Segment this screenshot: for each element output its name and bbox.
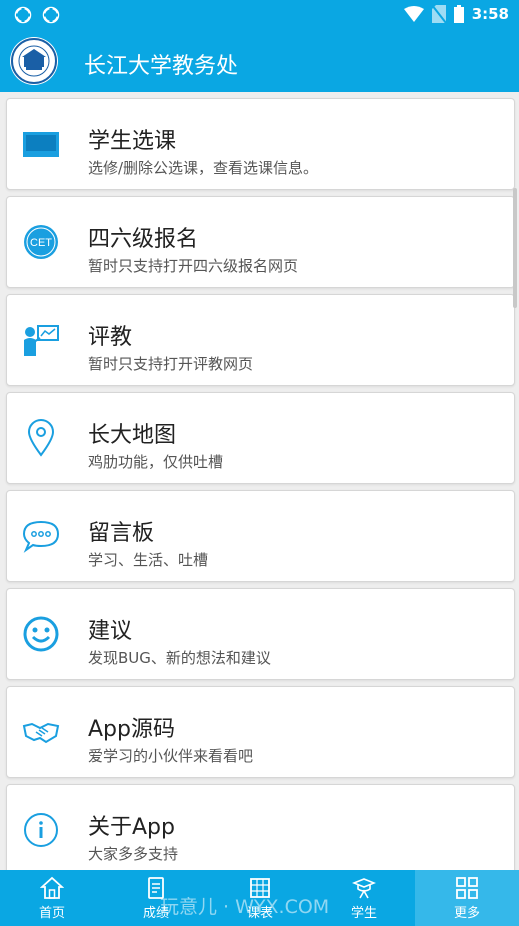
bottom-nav: 首页 成绩 课表 学生 更多: [0, 870, 519, 926]
teacher-icon: [21, 320, 61, 360]
app-title: 长江大学教务处: [84, 54, 239, 79]
cet-icon: CET: [21, 222, 61, 262]
menu-item-desc: 暂时只支持打开评教网页: [88, 355, 254, 373]
notification-icon: [14, 6, 32, 24]
home-icon: [40, 876, 64, 899]
smiley-icon: [21, 614, 61, 654]
menu-item-campus-map[interactable]: 长大地图 鸡肋功能，仅供吐槽: [6, 392, 515, 484]
nav-grades[interactable]: 成绩: [104, 870, 208, 926]
menu-item-title: 学生选课: [88, 129, 177, 154]
wifi-icon: [403, 6, 424, 22]
menu-item-course-selection[interactable]: 学生选课 选修/删除公选课，查看选课信息。: [6, 98, 515, 190]
menu-item-desc: 大家多多支持: [88, 845, 179, 863]
app-bar: 长江大学教务处: [0, 30, 519, 92]
chat-bubble-icon: [21, 516, 61, 556]
more-grid-icon: [456, 877, 478, 899]
nav-home[interactable]: 首页: [0, 870, 104, 926]
menu-item-title: 评教: [88, 325, 133, 350]
menu-item-desc: 鸡肋功能，仅供吐槽: [88, 453, 224, 471]
status-bar: 3:58: [0, 0, 519, 30]
university-logo: [10, 37, 58, 85]
blackboard-icon: [21, 124, 61, 164]
menu-list[interactable]: 学生选课 选修/删除公选课，查看选课信息。 CET 四六级报名 暂时只支持打开四…: [0, 92, 519, 870]
menu-item-title: 四六级报名: [88, 227, 199, 252]
nav-label: 课表: [246, 906, 273, 921]
menu-item-teaching-evaluation[interactable]: 评教 暂时只支持打开评教网页: [6, 294, 515, 386]
nav-label: 首页: [38, 906, 65, 921]
battery-icon: [453, 5, 464, 23]
nav-timetable[interactable]: 课表: [208, 870, 312, 926]
handshake-icon: [21, 712, 61, 752]
nav-label: 更多: [453, 906, 480, 921]
menu-item-message-board[interactable]: 留言板 学习、生活、吐槽: [6, 490, 515, 582]
timetable-icon: [250, 878, 270, 898]
cet-icon-text: CET: [30, 237, 52, 249]
menu-item-title: 关于App: [88, 815, 175, 840]
menu-item-desc: 爱学习的小伙伴来看看吧: [88, 747, 254, 765]
menu-item-title: App源码: [88, 717, 175, 742]
notification-icon: [42, 6, 60, 24]
menu-item-source-code[interactable]: App源码 爱学习的小伙伴来看看吧: [6, 686, 515, 778]
status-time: 3:58: [471, 5, 509, 23]
menu-item-title: 长大地图: [88, 423, 177, 448]
nav-more[interactable]: 更多: [415, 870, 519, 926]
nav-label: 学生: [350, 906, 377, 921]
menu-item-desc: 学习、生活、吐槽: [88, 551, 209, 569]
nav-label: 成绩: [142, 906, 169, 921]
student-icon: [352, 878, 376, 899]
nav-student[interactable]: 学生: [312, 870, 416, 926]
menu-item-feedback[interactable]: 建议 发现BUG、新的想法和建议: [6, 588, 515, 680]
scrollbar[interactable]: [513, 188, 517, 308]
menu-item-title: 留言板: [88, 521, 155, 546]
menu-item-desc: 发现BUG、新的想法和建议: [88, 649, 271, 667]
no-sim-icon: [431, 5, 446, 23]
menu-item-cet-registration[interactable]: CET 四六级报名 暂时只支持打开四六级报名网页: [6, 196, 515, 288]
info-icon: [21, 810, 61, 850]
grades-icon: [148, 877, 164, 899]
map-pin-icon: [21, 418, 61, 458]
menu-item-desc: 暂时只支持打开四六级报名网页: [88, 257, 299, 275]
menu-item-title: 建议: [88, 619, 133, 644]
menu-item-desc: 选修/删除公选课，查看选课信息。: [88, 159, 319, 177]
menu-item-about[interactable]: 关于App 大家多多支持: [6, 784, 515, 870]
